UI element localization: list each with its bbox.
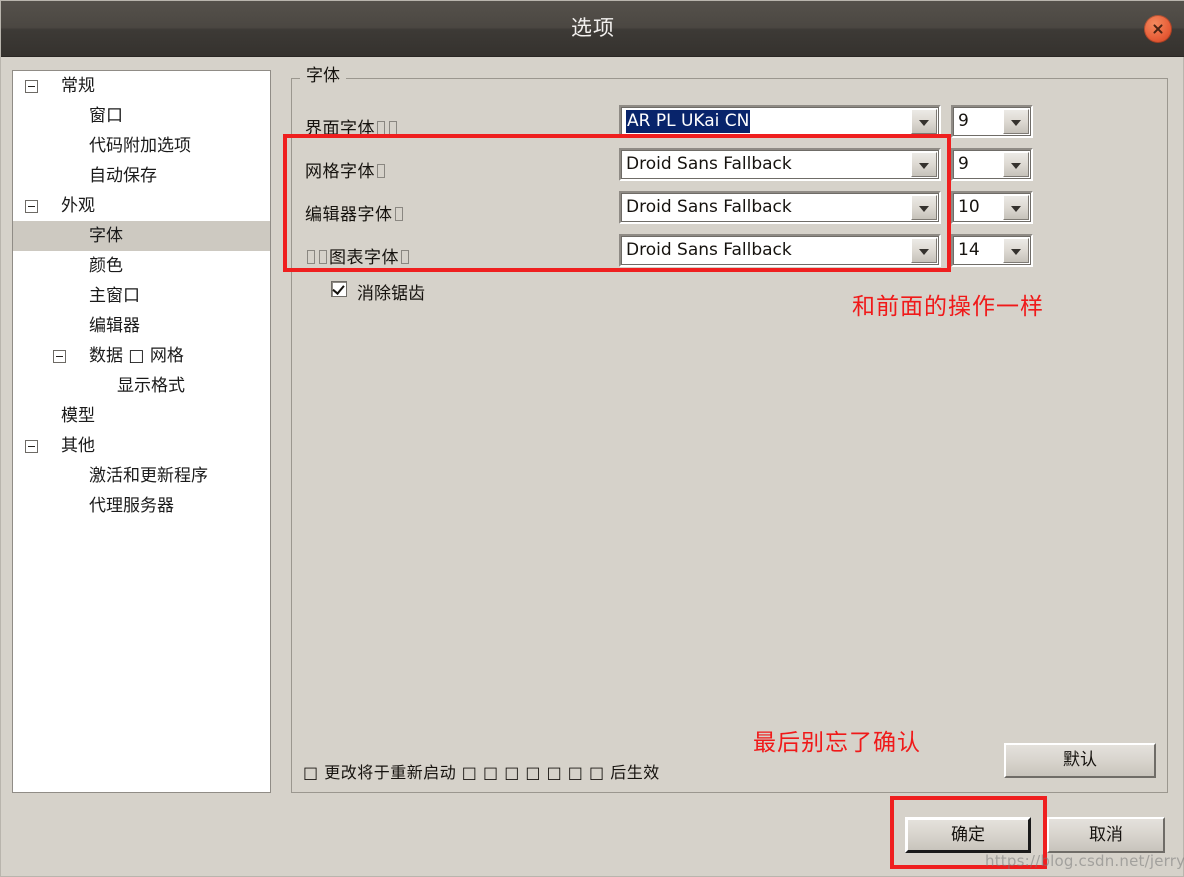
chevron-down-icon[interactable] xyxy=(1003,152,1029,177)
font-size-value: 9 xyxy=(958,111,969,131)
window-title: 选项 xyxy=(571,16,615,40)
sidebar-item[interactable]: 编辑器 xyxy=(13,311,270,341)
sidebar-item-label: 窗口 xyxy=(89,106,123,126)
chevron-down-icon[interactable] xyxy=(911,195,937,220)
font-size-combobox[interactable]: 9 xyxy=(951,105,1033,138)
fonts-groupbox-legend: 字体 xyxy=(300,65,346,87)
font-size-value: 14 xyxy=(958,240,980,260)
sidebar-item[interactable]: 颜色 xyxy=(13,251,270,281)
chevron-down-icon[interactable] xyxy=(911,109,937,134)
missing-glyph-icon xyxy=(394,207,403,221)
font-family-value: Droid Sans Fallback xyxy=(626,154,792,174)
sidebar-item-label: 代理服务器 xyxy=(89,496,174,516)
sidebar-item-label: 外观 xyxy=(61,196,95,216)
ok-button[interactable]: 确定 xyxy=(905,817,1031,853)
annotation-confirm-reminder: 最后别忘了确认 xyxy=(753,730,921,756)
font-setting-row: 界面字体 AR PL UKai CN 9 xyxy=(291,105,1168,147)
settings-tree[interactable]: 常规窗口代码附加选项 自动保存外观字体颜色主窗口编辑器数据 □ 网格显示格式模型其… xyxy=(12,70,271,793)
sidebar-item[interactable]: 代理服务器 xyxy=(13,491,270,521)
missing-glyph-icon xyxy=(319,250,327,264)
font-size-combobox[interactable]: 10 xyxy=(951,191,1033,224)
sidebar-item[interactable]: 主窗口 xyxy=(13,281,270,311)
title-bar: 选项 xyxy=(1,1,1184,57)
font-setting-label-text: 网格字体 xyxy=(305,162,375,182)
font-size-combobox[interactable]: 14 xyxy=(951,234,1033,267)
annotation-same-as-before: 和前面的操作一样 xyxy=(852,294,1044,320)
missing-glyph-icon xyxy=(377,121,385,135)
missing-glyph-icon xyxy=(377,164,385,178)
sidebar-item[interactable]: 代码附加选项 xyxy=(13,131,270,161)
font-setting-label: 图表字体 xyxy=(305,243,411,268)
tree-collapse-icon[interactable] xyxy=(53,350,66,363)
restart-note: □ 更改将于重新启动 □ □ □ □ □ □ □ 后生效 xyxy=(303,763,660,782)
options-dialog: 选项 常规 窗口 代码附加选项 自动保存 外观 字体 颜色 主窗口 编辑器 数据 □ 网格 显示格式… xyxy=(0,0,1184,877)
font-setting-row: 网格字体 Droid Sans Fallback 9 xyxy=(291,148,1168,190)
font-setting-label-text: 界面字体 xyxy=(305,119,375,139)
watermark: https://blog.csdn.net/jerrysong xyxy=(985,852,1184,870)
sidebar-item[interactable]: 激活和更新程序 xyxy=(13,461,270,491)
font-setting-label: 网格字体 xyxy=(305,157,387,182)
checkmark-icon[interactable] xyxy=(331,281,347,297)
tree-collapse-icon[interactable] xyxy=(25,200,38,213)
close-icon[interactable] xyxy=(1144,15,1172,43)
chevron-down-icon[interactable] xyxy=(911,152,937,177)
chevron-down-icon[interactable] xyxy=(1003,238,1029,263)
font-family-value: Droid Sans Fallback xyxy=(626,197,792,217)
font-size-value: 9 xyxy=(958,154,969,174)
sidebar-item[interactable]: 自动保存 xyxy=(13,161,270,191)
antialias-label: 消除锯齿 xyxy=(357,284,425,304)
sidebar-item-label: 其他 xyxy=(61,436,95,456)
sidebar-item[interactable]: 常规 xyxy=(13,71,270,101)
missing-glyph-icon xyxy=(307,250,315,264)
font-setting-row: 图表字体 Droid Sans Fallback 14 xyxy=(291,234,1168,276)
tree-collapse-icon[interactable] xyxy=(25,80,38,93)
font-size-combobox[interactable]: 9 xyxy=(951,148,1033,181)
chevron-down-icon[interactable] xyxy=(1003,109,1029,134)
sidebar-item-label: 激活和更新程序 xyxy=(89,466,208,486)
sidebar-item[interactable]: 外观 xyxy=(13,191,270,221)
missing-glyph-icon xyxy=(401,250,409,264)
font-setting-label: 界面字体 xyxy=(305,114,399,139)
sidebar-item-label: 自动保存 xyxy=(89,166,157,186)
sidebar-item[interactable]: 模型 xyxy=(13,401,270,431)
sidebar-item-label: 模型 xyxy=(61,406,95,426)
tree-collapse-icon[interactable] xyxy=(25,440,38,453)
sidebar-item-label: 常规 xyxy=(61,76,95,96)
font-setting-row: 编辑器字体 Droid Sans Fallback 10 xyxy=(291,191,1168,233)
chevron-down-icon[interactable] xyxy=(1003,195,1029,220)
sidebar-item-label: 代码附加选项 xyxy=(89,136,191,156)
sidebar-item-label: 显示格式 xyxy=(117,376,185,396)
missing-glyph-icon xyxy=(389,121,397,135)
sidebar-item-label: 颜色 xyxy=(89,256,123,276)
default-button[interactable]: 默认 xyxy=(1004,743,1156,778)
sidebar-item-label: 字体 xyxy=(89,226,123,246)
sidebar-item-label: 编辑器 xyxy=(89,316,140,336)
font-family-combobox[interactable]: Droid Sans Fallback xyxy=(619,234,941,267)
font-setting-label: 编辑器字体 xyxy=(305,200,405,225)
font-family-combobox[interactable]: Droid Sans Fallback xyxy=(619,191,941,224)
font-family-value: Droid Sans Fallback xyxy=(626,240,792,260)
sidebar-item[interactable]: 其他 xyxy=(13,431,270,461)
font-size-value: 10 xyxy=(958,197,980,217)
chevron-down-icon[interactable] xyxy=(911,238,937,263)
cancel-button[interactable]: 取消 xyxy=(1047,817,1165,853)
sidebar-item-label: 主窗口 xyxy=(89,286,140,306)
font-setting-label-text: 编辑器字体 xyxy=(305,205,393,225)
sidebar-item-label: 数据 □ 网格 xyxy=(89,346,184,366)
sidebar-item[interactable]: 字体 xyxy=(13,221,270,251)
font-setting-label-text: 图表字体 xyxy=(329,248,399,268)
font-family-combobox[interactable]: Droid Sans Fallback xyxy=(619,148,941,181)
font-family-value: AR PL UKai CN xyxy=(626,110,751,133)
sidebar-item[interactable]: 显示格式 xyxy=(13,371,270,401)
sidebar-item[interactable]: 窗口 xyxy=(13,101,270,131)
sidebar-item[interactable]: 数据 □ 网格 xyxy=(13,341,270,371)
font-family-combobox[interactable]: AR PL UKai CN xyxy=(619,105,941,138)
